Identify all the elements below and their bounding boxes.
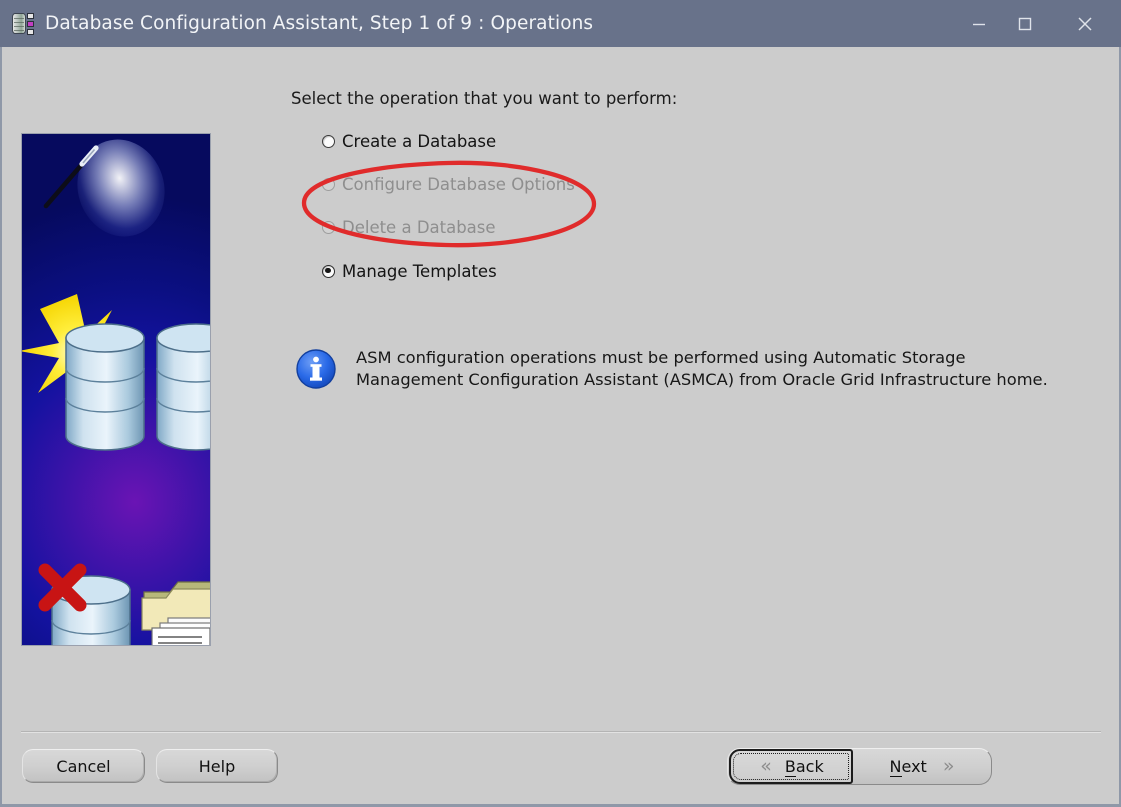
chevron-right-icon: » (942, 755, 955, 777)
back-label-rest: ack (795, 757, 824, 776)
chevron-left-icon: « (760, 755, 772, 777)
next-button[interactable]: Next » (855, 749, 989, 784)
radio-label: Create a Database (342, 131, 497, 151)
radio-label: Configure Database Options (342, 174, 575, 194)
prompt-label: Select the operation that you want to pe… (291, 89, 678, 108)
info-icon (296, 349, 336, 389)
footer-separator (21, 731, 1101, 733)
info-message: ASM configuration operations must be per… (295, 347, 1048, 391)
info-text: ASM configuration operations must be per… (356, 347, 1048, 391)
maximize-icon[interactable] (1002, 0, 1048, 47)
next-button-label: Next (889, 757, 927, 777)
close-icon[interactable] (1062, 0, 1108, 47)
magic-wand-icon (43, 145, 99, 209)
info-line-2: Management Configuration Assistant (ASMC… (356, 370, 1048, 389)
documents-icon (151, 617, 210, 645)
minimize-icon[interactable] (956, 0, 1002, 47)
cancel-button[interactable]: Cancel (22, 749, 145, 783)
database-cylinder-icon (156, 323, 210, 451)
radio-label: Delete a Database (342, 217, 496, 237)
radio-indicator (322, 264, 335, 278)
radio-indicator (322, 220, 335, 234)
radio-manage-templates[interactable]: Manage Templates (322, 260, 497, 282)
radio-indicator (322, 177, 335, 191)
radio-indicator (322, 134, 335, 148)
help-button[interactable]: Help (156, 749, 278, 783)
back-button[interactable]: « Back (729, 749, 853, 784)
window-title: Database Configuration Assistant, Step 1… (45, 13, 594, 34)
database-cylinder-icon (65, 323, 145, 451)
title-bar: Database Configuration Assistant, Step 1… (0, 0, 1121, 47)
radio-delete-a-database: Delete a Database (322, 216, 496, 238)
delete-x-icon (38, 563, 87, 612)
next-label-rest: ext (901, 757, 927, 776)
dialog-window: Database Configuration Assistant, Step 1… (0, 0, 1121, 807)
radio-configure-database-options: Configure Database Options (322, 173, 575, 195)
radio-label: Manage Templates (342, 261, 497, 281)
navigation-button-group: « Back Next » (727, 748, 992, 785)
database-config-icon (12, 12, 34, 36)
radio-create-a-database[interactable]: Create a Database (322, 130, 496, 152)
info-line-1: ASM configuration operations must be per… (356, 348, 966, 367)
wizard-illustration (21, 133, 211, 646)
back-button-label: Back (784, 757, 824, 777)
